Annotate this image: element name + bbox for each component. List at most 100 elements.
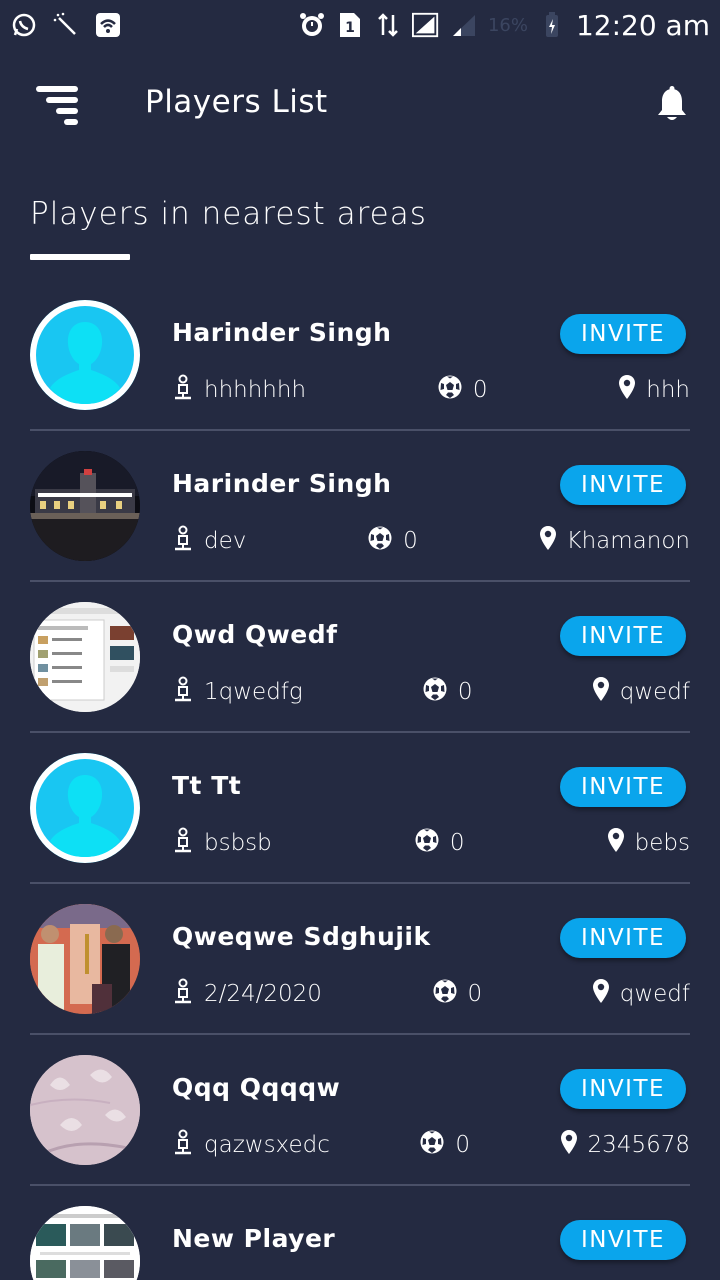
signal-icon-2 xyxy=(450,11,478,39)
invite-button[interactable]: INVITE xyxy=(560,1069,686,1109)
player-row[interactable]: Tt Tt INVITE bsbsb 0 bebs xyxy=(0,733,720,884)
whatsapp-icon xyxy=(10,11,38,39)
player-username: dev xyxy=(172,525,246,557)
location-text: Khamanon xyxy=(566,528,690,554)
player-location: qwedf xyxy=(592,676,690,708)
player-games: 0 xyxy=(419,1129,470,1161)
player-row[interactable]: Harinder Singh INVITE hhhhhhh 0 hhh xyxy=(0,280,720,431)
player-games: 0 xyxy=(432,978,483,1010)
invite-button[interactable]: INVITE xyxy=(560,314,686,354)
games-count: 0 xyxy=(455,1132,471,1158)
player-meta: 2/24/2020 0 qwedf xyxy=(172,976,690,1012)
player-row[interactable]: Harinder Singh INVITE dev 0 Khamanon xyxy=(0,431,720,582)
player-username: 2/24/2020 xyxy=(172,978,322,1010)
notification-button[interactable] xyxy=(654,86,692,124)
invite-button[interactable]: INVITE xyxy=(560,767,686,807)
signal-icon-1 xyxy=(411,11,440,39)
player-games: 0 xyxy=(422,676,473,708)
location-text: 2345678 xyxy=(587,1132,690,1158)
avatar[interactable] xyxy=(30,602,140,712)
location-pin-icon xyxy=(592,978,610,1010)
player-games: 0 xyxy=(367,525,418,557)
player-meta: bsbsb 0 bebs xyxy=(172,825,690,861)
location-pin-icon xyxy=(592,676,610,708)
player-row[interactable]: Qweqwe Sdghujik INVITE 2/24/2020 0 qwedf xyxy=(0,884,720,1035)
games-count: 0 xyxy=(457,679,473,705)
location-pin-icon xyxy=(539,525,557,557)
user-icon xyxy=(172,978,194,1010)
invite-button[interactable]: INVITE xyxy=(560,918,686,958)
location-pin-icon xyxy=(607,827,625,859)
bell-icon xyxy=(658,86,686,120)
location-text: bebs xyxy=(634,830,690,856)
player-location: hhh xyxy=(618,374,690,406)
avatar[interactable] xyxy=(30,753,140,863)
player-row[interactable]: Qwd Qwedf INVITE 1qwedfg 0 qwedf xyxy=(0,582,720,733)
avatar[interactable] xyxy=(30,904,140,1014)
player-location: Khamanon xyxy=(539,525,690,557)
player-meta: 1qwedfg 0 qwedf xyxy=(172,674,690,710)
user-icon xyxy=(172,827,194,859)
section-title: Players in nearest areas xyxy=(30,196,427,232)
player-username: 1qwedfg xyxy=(172,676,303,708)
username-text: 2/24/2020 xyxy=(204,981,322,1007)
user-icon xyxy=(172,676,194,708)
player-name: Qweqwe Sdghujik xyxy=(172,922,431,951)
soccer-ball-icon xyxy=(422,676,448,708)
battery-percent: 16% xyxy=(487,14,528,36)
player-name: New Player xyxy=(172,1224,336,1253)
games-count: 0 xyxy=(467,981,483,1007)
magic-wand-icon xyxy=(52,11,80,39)
soccer-ball-icon xyxy=(432,978,458,1010)
player-games: 0 xyxy=(437,374,488,406)
status-bar: 1 16% 12:20 am xyxy=(0,0,720,50)
username-text: qazwsxedc xyxy=(204,1132,330,1158)
username-text: hhhhhhh xyxy=(204,377,307,403)
data-arrows-icon xyxy=(374,11,402,39)
player-username: hhhhhhh xyxy=(172,374,306,406)
sim-icon: 1 xyxy=(336,11,364,39)
alarm-icon xyxy=(298,11,326,39)
wifi-hotspot-icon xyxy=(94,11,122,39)
avatar[interactable] xyxy=(30,300,140,410)
player-meta: dev 0 Khamanon xyxy=(172,523,690,559)
svg-text:1: 1 xyxy=(345,20,355,36)
battery-charging-icon xyxy=(538,11,566,39)
location-pin-icon xyxy=(618,374,636,406)
location-text: qwedf xyxy=(619,981,690,1007)
app-bar: Players List xyxy=(0,72,720,136)
username-text: bsbsb xyxy=(204,830,272,856)
soccer-ball-icon xyxy=(367,525,393,557)
player-meta: hhhhhhh 0 hhh xyxy=(172,372,690,408)
invite-button[interactable]: INVITE xyxy=(560,465,686,505)
player-name: Harinder Singh xyxy=(172,318,392,347)
soccer-ball-icon xyxy=(437,374,463,406)
player-games: 0 xyxy=(414,827,465,859)
soccer-ball-icon xyxy=(414,827,440,859)
games-count: 0 xyxy=(472,377,488,403)
menu-button[interactable] xyxy=(34,84,80,126)
player-list: Harinder Singh INVITE hhhhhhh 0 hhh Hari… xyxy=(0,280,720,1280)
player-name: Qqq Qqqqw xyxy=(172,1073,341,1102)
user-icon xyxy=(172,374,194,406)
username-text: 1qwedfg xyxy=(204,679,303,705)
games-count: 0 xyxy=(449,830,465,856)
player-username: bsbsb xyxy=(172,827,272,859)
invite-button[interactable]: INVITE xyxy=(560,1220,686,1260)
player-row[interactable]: New Player INVITE xyxy=(0,1186,720,1280)
username-text: dev xyxy=(204,528,247,554)
player-name: Harinder Singh xyxy=(172,469,392,498)
page-title: Players List xyxy=(145,84,328,120)
avatar[interactable] xyxy=(30,451,140,561)
player-row[interactable]: Qqq Qqqqw INVITE qazwsxedc 0 2345678 xyxy=(0,1035,720,1186)
invite-button[interactable]: INVITE xyxy=(560,616,686,656)
avatar[interactable] xyxy=(30,1206,140,1280)
player-name: Qwd Qwedf xyxy=(172,620,338,649)
player-meta: qazwsxedc 0 2345678 xyxy=(172,1127,690,1163)
player-location: qwedf xyxy=(592,978,690,1010)
section-underline xyxy=(30,254,130,260)
player-location: 2345678 xyxy=(560,1129,690,1161)
clock: 12:20 am xyxy=(575,8,710,42)
avatar[interactable] xyxy=(30,1055,140,1165)
player-username: qazwsxedc xyxy=(172,1129,330,1161)
